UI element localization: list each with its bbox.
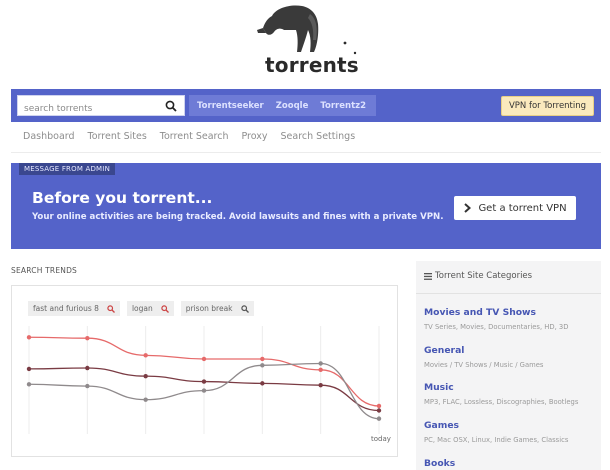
data-point[interactable]	[376, 416, 382, 421]
category-books: Books	[424, 458, 455, 469]
category-link[interactable]: General	[424, 345, 543, 356]
nav-search-settings[interactable]: Search Settings	[281, 131, 356, 142]
chip-label: fast and furious 8	[33, 304, 99, 313]
data-point[interactable]	[318, 382, 323, 388]
category-link[interactable]: Books	[424, 458, 455, 469]
data-point[interactable]	[260, 363, 265, 368]
main-nav: Dashboard Torrent Sites Torrent Search P…	[23, 131, 355, 142]
chip-label: logan	[131, 304, 153, 313]
anteater-icon	[257, 5, 357, 55]
categories-sidebar: Torrent Site Categories Movies and TV Sh…	[416, 261, 601, 470]
category-link[interactable]: Movies and TV Shows	[424, 307, 569, 318]
logo-text: torrents	[265, 53, 359, 77]
nav-dashboard[interactable]: Dashboard	[23, 131, 75, 142]
category-desc: PC, Mac OSX, Linux, Indie Games, Classic…	[424, 436, 569, 444]
chevron-right-icon	[464, 203, 472, 213]
search-engine-tabs: Torrentseeker Zooqle Torrentz2	[189, 95, 376, 116]
data-point[interactable]	[260, 381, 265, 386]
vpn-for-torrenting-button[interactable]: VPN for Torrenting	[501, 96, 594, 116]
category-games: Games PC, Mac OSX, Linux, Indie Games, C…	[424, 420, 568, 444]
data-point[interactable]	[143, 353, 148, 358]
data-point[interactable]	[26, 366, 32, 372]
engine-torrentz2[interactable]: Torrentz2	[320, 101, 366, 111]
category-desc: MP3, FLAC, Lossless, Discographies, Boot…	[424, 398, 579, 406]
search-icon[interactable]	[161, 304, 169, 313]
data-point[interactable]	[143, 397, 148, 402]
data-point[interactable]	[376, 403, 382, 409]
data-point[interactable]	[201, 356, 207, 362]
category-movies-tv: Movies and TV Shows TV Series, Movies, D…	[424, 307, 569, 331]
category-music: Music MP3, FLAC, Lossless, Discographies…	[424, 382, 578, 406]
search-bar: Torrentseeker Zooqle Torrentz2 VPN for T…	[11, 89, 601, 122]
data-point[interactable]	[85, 365, 90, 371]
data-point[interactable]	[260, 356, 265, 362]
trend-chip[interactable]: logan	[126, 301, 174, 316]
category-link[interactable]: Games	[424, 420, 568, 431]
admin-message-panel: MESSAGE FROM ADMIN Before you torrent...…	[11, 163, 601, 249]
sidebar-heading: Torrent Site Categories	[424, 271, 532, 281]
data-point[interactable]	[26, 382, 32, 387]
chip-label: prison break	[185, 304, 233, 313]
nav-proxy[interactable]: Proxy	[241, 131, 267, 142]
category-link[interactable]: Music	[424, 382, 578, 393]
get-vpn-label: Get a torrent VPN	[478, 202, 567, 214]
admin-message-tag: MESSAGE FROM ADMIN	[19, 163, 116, 175]
category-general: General Movies / TV Shows / Music / Game…	[424, 345, 543, 369]
data-point[interactable]	[85, 335, 90, 341]
search-icon[interactable]	[165, 100, 177, 112]
admin-message-title: Before you torrent...	[32, 189, 213, 207]
category-desc: Movies / TV Shows / Music / Games	[424, 361, 544, 369]
search-icon[interactable]	[240, 304, 249, 313]
search-trends-heading: SEARCH TRENDS	[11, 266, 78, 275]
nav-divider	[11, 152, 601, 153]
get-vpn-button[interactable]: Get a torrent VPN	[454, 196, 576, 220]
data-point[interactable]	[85, 383, 90, 389]
data-point[interactable]	[201, 379, 207, 384]
data-point[interactable]	[26, 335, 32, 340]
sidebar-title: Torrent Site Categories	[435, 271, 533, 281]
data-point[interactable]	[318, 367, 323, 373]
search-trends-chart: fast and furious 8 logan prison break to…	[11, 285, 398, 457]
engine-zooqle[interactable]: Zooqle	[276, 101, 309, 111]
search-input[interactable]	[18, 99, 158, 119]
admin-message-text: Your online activities are being tracked…	[32, 212, 444, 222]
data-point[interactable]	[318, 361, 323, 366]
x-axis-end-label: today	[371, 435, 391, 443]
site-logo[interactable]: torrents	[248, 2, 363, 77]
engine-torrentseeker[interactable]: Torrentseeker	[197, 101, 264, 111]
trend-chip[interactable]: prison break	[180, 301, 254, 316]
sidebar-divider	[416, 293, 601, 294]
nav-torrent-sites[interactable]: Torrent Sites	[88, 131, 147, 142]
category-desc: TV Series, Movies, Documentaries, HD, 3D	[424, 323, 569, 331]
data-point[interactable]	[201, 388, 207, 393]
nav-torrent-search[interactable]: Torrent Search	[160, 131, 229, 142]
data-point[interactable]	[143, 373, 148, 379]
search-box	[17, 95, 185, 119]
trend-chips: fast and furious 8 logan prison break	[28, 301, 254, 316]
data-point[interactable]	[376, 408, 382, 413]
list-icon	[424, 272, 432, 280]
search-icon[interactable]	[107, 304, 115, 313]
trend-chip[interactable]: fast and furious 8	[28, 301, 120, 316]
